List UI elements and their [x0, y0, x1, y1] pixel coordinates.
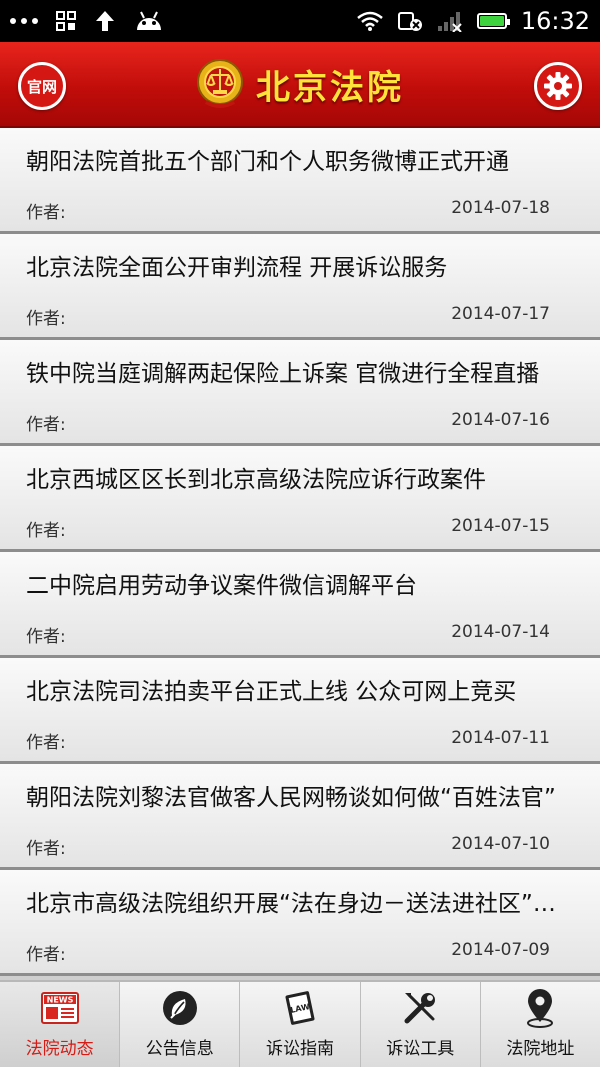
tab-label: 公告信息 — [145, 1039, 214, 1059]
author-label: 作者: — [26, 309, 66, 329]
list-item[interactable]: 二中院启用劳动争议案件微信调解平台 作者: 2014-07-14 — [0, 552, 600, 658]
article-title: 朝阳法院刘黎法官做客人民网畅谈如何做“百姓法官” — [26, 785, 556, 811]
location-icon — [527, 989, 554, 1028]
news-list[interactable]: 朝阳法院首批五个部门和个人职务微博正式开通 作者: 2014-07-18 北京法院… — [0, 128, 600, 980]
author-label: 作者: — [26, 733, 66, 753]
list-item[interactable]: 北京西城区区长到北京高级法院应诉行政案件 作者: 2014-07-15 — [0, 446, 600, 552]
list-item[interactable]: 北京法院全面公开审判流程 开展诉讼服务 作者: 2014-07-17 — [0, 234, 600, 340]
article-title: 北京西城区区长到北京高级法院应诉行政案件 — [26, 467, 486, 493]
gear-icon — [544, 72, 572, 100]
leaf-icon — [162, 991, 197, 1025]
tab-label: 法院动态 — [25, 1039, 94, 1059]
court-emblem-icon — [197, 59, 243, 108]
battery-icon — [476, 13, 510, 29]
upload-arrow-icon — [96, 11, 114, 31]
author-label: 作者: — [26, 627, 66, 647]
article-title: 朝阳法院首批五个部门和个人职务微博正式开通 — [26, 149, 509, 175]
tab-label: 诉讼工具 — [386, 1039, 455, 1059]
news-icon: NEWS — [40, 992, 79, 1024]
clock: 16:32 — [520, 7, 590, 35]
author-label: 作者: — [26, 839, 66, 859]
tab-announcements[interactable]: 公告信息 — [120, 982, 241, 1067]
article-title: 北京法院全面公开审判流程 开展诉讼服务 — [26, 255, 448, 281]
tab-litigation-guide[interactable]: LAW 诉讼指南 — [240, 982, 361, 1067]
signal-icon — [437, 12, 462, 32]
list-item[interactable]: 朝阳法院首批五个部门和个人职务微博正式开通 作者: 2014-07-18 — [0, 128, 600, 234]
list-item[interactable]: 北京市高级法院组织开展“法在身边－送法进社区”活动 作者: 2014-07-09 — [0, 870, 600, 976]
app-header: 官网 北京法院 — [0, 42, 600, 128]
article-date: 2014-07-18 — [451, 198, 550, 218]
article-date: 2014-07-11 — [451, 728, 550, 748]
tab-label: 法院地址 — [506, 1039, 575, 1059]
sim-status-icon — [397, 12, 422, 31]
more-dots-icon — [10, 18, 38, 24]
article-date: 2014-07-10 — [451, 834, 550, 854]
list-item[interactable]: 铁中院当庭调解两起保险上诉案 官微进行全程直播 作者: 2014-07-16 — [0, 340, 600, 446]
status-bar: 16:32 — [0, 0, 600, 42]
tab-litigation-tools[interactable]: 诉讼工具 — [361, 982, 481, 1067]
article-date: 2014-07-09 — [451, 940, 550, 960]
settings-button[interactable] — [534, 62, 582, 110]
article-title: 铁中院当庭调解两起保险上诉案 官微进行全程直播 — [26, 361, 540, 387]
svg-text:NEWS: NEWS — [46, 996, 73, 1005]
author-label: 作者: — [26, 521, 66, 541]
article-title: 北京市高级法院组织开展“法在身边－送法进社区”活动 — [26, 891, 556, 917]
tab-court-news[interactable]: NEWS 法院动态 — [0, 982, 121, 1067]
article-date: 2014-07-14 — [451, 622, 550, 642]
article-date: 2014-07-15 — [451, 516, 550, 536]
article-date: 2014-07-17 — [451, 304, 550, 324]
official-site-button[interactable]: 官网 — [18, 62, 66, 110]
book-icon: LAW — [285, 991, 315, 1025]
article-title: 二中院启用劳动争议案件微信调解平台 — [26, 573, 417, 599]
author-label: 作者: — [26, 945, 66, 965]
author-label: 作者: — [26, 415, 66, 435]
article-date: 2014-07-16 — [451, 410, 550, 430]
page-title: 北京法院 — [256, 67, 404, 108]
article-title: 北京法院司法拍卖平台正式上线 公众可网上竞买 — [26, 679, 517, 705]
tools-icon — [404, 993, 436, 1024]
android-icon — [137, 11, 161, 30]
author-label: 作者: — [26, 203, 66, 223]
tab-court-address[interactable]: 法院地址 — [481, 982, 600, 1067]
grid-icon — [56, 11, 76, 31]
list-item[interactable]: 北京法院司法拍卖平台正式上线 公众可网上竞买 作者: 2014-07-11 — [0, 658, 600, 764]
tab-label: 诉讼指南 — [266, 1039, 334, 1059]
list-item[interactable]: 朝阳法院刘黎法官做客人民网畅谈如何做“百姓法官” 作者: 2014-07-10 — [0, 764, 600, 870]
wifi-icon — [357, 11, 383, 31]
bottom-tab-bar: NEWS 法院动态 公告信息 LAW 诉讼指南 诉讼工具 法院地址 — [0, 980, 600, 1067]
